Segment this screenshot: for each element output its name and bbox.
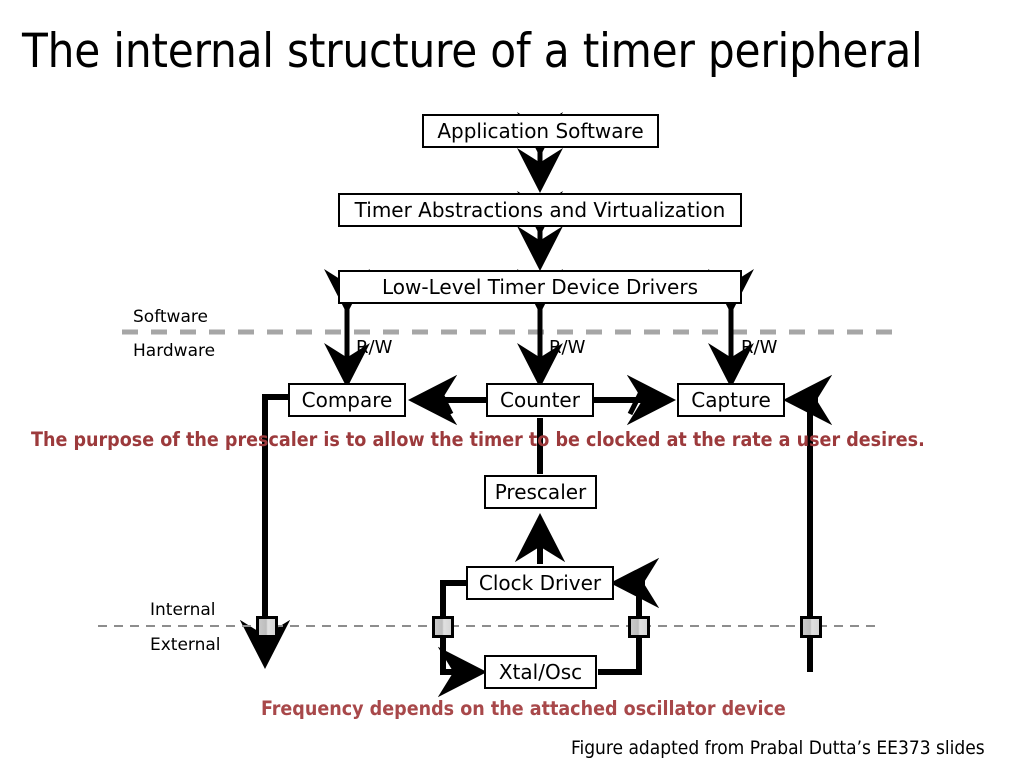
box-compare-label: Compare: [301, 388, 393, 412]
figure-credit: Figure adapted from Prabal Dutta’s EE373…: [571, 737, 985, 759]
pin-pad-clock-out[interactable]: [628, 616, 650, 638]
box-counter-label: Counter: [500, 388, 580, 412]
box-timer-abstractions[interactable]: Timer Abstractions and Virtualization: [338, 193, 742, 227]
connector-counter-to-capture: [594, 374, 677, 426]
box-low-level-drivers-label: Low-Level Timer Device Drivers: [382, 275, 698, 299]
box-low-level-drivers[interactable]: Low-Level Timer Device Drivers: [338, 270, 742, 304]
slide-canvas: The internal structure of a timer periph…: [0, 0, 1024, 768]
box-timer-abstractions-label: Timer Abstractions and Virtualization: [354, 198, 726, 222]
box-clock-driver[interactable]: Clock Driver: [466, 566, 614, 600]
pin-pad-clock-in[interactable]: [432, 616, 454, 638]
box-clock-driver-label: Clock Driver: [478, 571, 602, 595]
box-counter[interactable]: Counter: [486, 383, 594, 417]
connector-counter-to-compare: [407, 374, 486, 426]
label-hardware: Hardware: [133, 341, 216, 361]
annotation-frequency-note: Frequency depends on the attached oscill…: [261, 697, 786, 720]
box-capture[interactable]: Capture: [677, 383, 785, 417]
box-application-software-label: Application Software: [437, 119, 644, 143]
box-xtal-osc[interactable]: Xtal/Osc: [484, 655, 597, 689]
pin-pad-capture-input[interactable]: [800, 616, 822, 638]
label-rw-compare: R/W: [356, 337, 393, 358]
box-compare[interactable]: Compare: [288, 383, 406, 417]
label-external: External: [150, 635, 221, 655]
box-application-software[interactable]: Application Software: [422, 114, 659, 148]
label-rw-capture: R/W: [741, 337, 778, 358]
annotation-prescaler-note: The purpose of the prescaler is to allow…: [31, 428, 925, 451]
box-capture-label: Capture: [691, 388, 771, 412]
pin-pad-compare-output[interactable]: [256, 616, 278, 638]
label-rw-counter: R/W: [549, 337, 586, 358]
box-prescaler[interactable]: Prescaler: [484, 475, 597, 509]
label-software: Software: [133, 307, 208, 327]
box-xtal-osc-label: Xtal/Osc: [498, 660, 583, 684]
label-internal: Internal: [150, 600, 216, 620]
box-prescaler-label: Prescaler: [494, 480, 587, 504]
